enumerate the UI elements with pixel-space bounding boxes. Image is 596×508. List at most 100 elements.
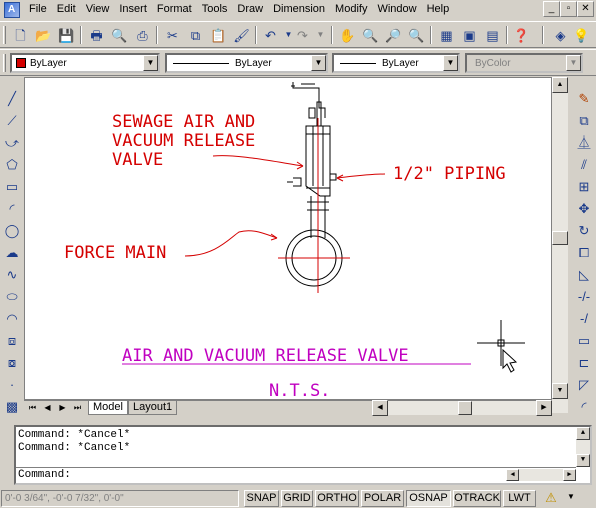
communication-center-icon[interactable]: ⚠ <box>542 490 560 507</box>
tab-model[interactable]: Model <box>88 401 128 415</box>
zoom-realtime-icon[interactable]: 🔍 <box>360 25 381 45</box>
color-control[interactable]: ByLayer ▼ <box>10 53 160 73</box>
linetype-control[interactable]: ByLayer ▼ <box>165 53 328 73</box>
scroll-right-icon[interactable]: ▶ <box>536 400 552 416</box>
revision-cloud-icon[interactable]: ☁ <box>2 242 22 262</box>
menu-insert[interactable]: Insert <box>114 0 152 19</box>
rotate-icon[interactable]: ↻ <box>574 220 594 240</box>
polar-toggle[interactable]: POLAR <box>361 490 404 507</box>
join-icon[interactable]: ⊏ <box>574 352 594 372</box>
otrack-toggle[interactable]: OTRACK <box>453 490 501 507</box>
horizontal-scrollbar[interactable]: ◀ ▶ <box>372 400 552 416</box>
spline-icon[interactable]: ∿ <box>2 264 22 284</box>
print-preview-icon[interactable]: 🔍 <box>109 25 130 45</box>
horizontal-scroll-thumb[interactable] <box>458 401 472 415</box>
stretch-icon[interactable]: ◺ <box>574 264 594 284</box>
point-icon[interactable]: · <box>2 374 22 394</box>
construction-line-icon[interactable]: ⟋ <box>2 110 22 130</box>
new-file-icon[interactable]: 🗋 <box>10 25 31 45</box>
print-icon[interactable]: 🖶 <box>86 25 107 45</box>
vertical-scroll-thumb[interactable] <box>552 231 568 245</box>
grid-toggle[interactable]: GRID <box>281 490 313 507</box>
tab-layout1[interactable]: Layout1 <box>128 401 178 415</box>
cut-icon[interactable]: ✂ <box>162 25 183 45</box>
command-prompt[interactable]: Command: <box>18 469 71 482</box>
scroll-down-icon[interactable]: ▼ <box>576 454 590 467</box>
hatch-icon[interactable]: ▩ <box>2 396 22 416</box>
layer-manager-icon[interactable]: ◈ <box>550 25 571 45</box>
copy-object-icon[interactable]: ⧉ <box>574 110 594 130</box>
ellipse-icon[interactable]: ⬭ <box>2 286 22 306</box>
erase-icon[interactable]: ✎ <box>574 88 594 108</box>
menu-help[interactable]: Help <box>422 0 455 19</box>
tool-palettes-icon[interactable]: ▤ <box>482 25 503 45</box>
redo-dropdown-icon[interactable]: ▼ <box>310 25 331 45</box>
menu-draw[interactable]: Draw <box>232 0 268 19</box>
chevron-down-icon[interactable]: ▼ <box>143 55 158 71</box>
copy-icon[interactable]: ⧉ <box>185 25 206 45</box>
scroll-down-icon[interactable]: ▼ <box>552 383 568 399</box>
prev-tab-icon[interactable]: ◀ <box>41 402 54 414</box>
vertical-scrollbar[interactable]: ▲ ▼ <box>552 77 568 413</box>
insert-block-icon[interactable]: ⧈ <box>2 330 22 350</box>
drawing-canvas[interactable]: SEWAGE AIR AND VACUUM RELEASE VALVE 1/2"… <box>24 77 552 400</box>
lwt-toggle[interactable]: LWT <box>503 490 536 507</box>
chamfer-icon[interactable]: ◸ <box>574 374 594 394</box>
ortho-toggle[interactable]: ORTHO <box>315 490 359 507</box>
last-tab-icon[interactable]: ⏭ <box>71 402 84 414</box>
circle-icon[interactable]: ◯ <box>2 220 22 240</box>
array-icon[interactable]: ⊞ <box>574 176 594 196</box>
paste-icon[interactable]: 📋 <box>208 25 229 45</box>
menu-format[interactable]: Format <box>152 0 197 19</box>
extend-icon[interactable]: -/ <box>574 308 594 328</box>
fillet-icon[interactable]: ◜ <box>574 396 594 416</box>
arc-icon[interactable]: ◜ <box>2 198 22 218</box>
design-center-icon[interactable]: ▣ <box>459 25 480 45</box>
menu-modify[interactable]: Modify <box>330 0 372 19</box>
layer-bulb-icon[interactable]: 💡 <box>571 25 592 45</box>
next-tab-icon[interactable]: ▶ <box>56 402 69 414</box>
toolbar-grip[interactable] <box>3 26 6 44</box>
scroll-up-icon[interactable]: ▲ <box>552 77 568 93</box>
chevron-down-icon[interactable]: ▼ <box>311 55 326 71</box>
trim-icon[interactable]: -/- <box>574 286 594 306</box>
command-hscrollbar[interactable]: ◀ ▶ <box>506 469 576 481</box>
command-vscrollbar[interactable]: ▲ ▼ <box>576 427 590 467</box>
restore-button[interactable]: ▫ <box>560 1 577 17</box>
break-icon[interactable]: ▭ <box>574 330 594 350</box>
scroll-left-icon[interactable]: ◀ <box>506 469 519 481</box>
toolbar-grip[interactable] <box>3 54 6 72</box>
line-icon[interactable]: ╱ <box>2 88 22 108</box>
make-block-icon[interactable]: ⧇ <box>2 352 22 372</box>
match-properties-icon[interactable]: 🖌 <box>231 25 252 45</box>
menu-edit[interactable]: Edit <box>52 0 81 19</box>
publish-icon[interactable]: ⎙ <box>132 25 153 45</box>
lineweight-control[interactable]: ByLayer ▼ <box>332 53 460 73</box>
polyline-icon[interactable]: ⤻ <box>2 132 22 152</box>
close-button[interactable]: ✕ <box>577 1 594 17</box>
first-tab-icon[interactable]: ⏮ <box>26 402 39 414</box>
move-icon[interactable]: ✥ <box>574 198 594 218</box>
ellipse-arc-icon[interactable]: ◠ <box>2 308 22 328</box>
menu-dimension[interactable]: Dimension <box>268 0 330 19</box>
autocad-app-icon[interactable] <box>4 1 20 18</box>
snap-toggle[interactable]: SNAP <box>244 490 279 507</box>
osnap-toggle[interactable]: OSNAP <box>406 490 451 507</box>
rectangle-icon[interactable]: ▭ <box>2 176 22 196</box>
chevron-down-icon[interactable]: ▼ <box>443 55 458 71</box>
polygon-icon[interactable]: ⬠ <box>2 154 22 174</box>
scroll-right-icon[interactable]: ▶ <box>563 469 576 481</box>
zoom-window-icon[interactable]: 🔎 <box>383 25 404 45</box>
coordinate-display[interactable]: 0'-0 3/64", -0'-0 7/32", 0'-0" <box>1 490 239 507</box>
mirror-icon[interactable]: ⏅ <box>574 132 594 152</box>
pan-realtime-icon[interactable]: ✋ <box>337 25 358 45</box>
open-file-icon[interactable]: 📂 <box>33 25 54 45</box>
menu-window[interactable]: Window <box>372 0 421 19</box>
save-icon[interactable]: 💾 <box>56 25 77 45</box>
menu-tools[interactable]: Tools <box>197 0 233 19</box>
properties-icon[interactable]: ▦ <box>436 25 457 45</box>
menu-view[interactable]: View <box>81 0 115 19</box>
menu-file[interactable]: File <box>24 0 52 19</box>
command-window[interactable]: Command: *Cancel* Command: *Cancel* Comm… <box>14 425 592 485</box>
scroll-up-icon[interactable]: ▲ <box>576 427 590 440</box>
